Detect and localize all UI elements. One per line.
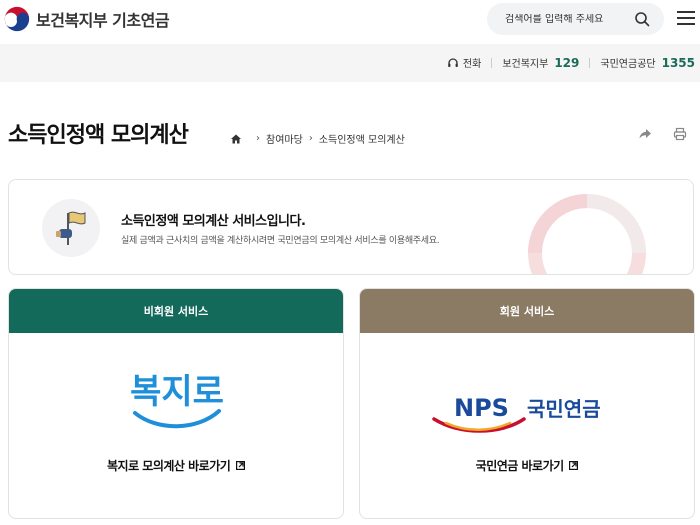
bokjiro-logo: 복지로 (130, 372, 224, 429)
bokjiro-link[interactable]: 복지로 모의계산 바로가기 (9, 457, 343, 474)
utility-bar: 전화 보건복지부 129 국민연금공단 1355 (0, 44, 700, 82)
print-icon[interactable] (673, 127, 687, 141)
site-header: 보건복지부 기초연금 (0, 0, 700, 44)
nps-logo-ko-text: 국민연금 (527, 397, 601, 421)
site-logo[interactable]: 보건복지부 기초연금 (2, 4, 170, 34)
taegeuk-logo-icon (3, 5, 31, 33)
contact-name: 보건복지부 (502, 59, 549, 70)
logo-text: 보건복지부 기초연금 (36, 11, 170, 30)
share-icon[interactable] (638, 127, 652, 141)
contact-name: 국민연금공단 (600, 59, 656, 70)
card-header: 회원 서비스 (360, 289, 694, 333)
breadcrumb-current: 소득인정액 모의계산 (318, 135, 405, 146)
breadcrumb: › 참여마당 › 소득인정액 모의계산 (230, 131, 405, 146)
contact-nps[interactable]: 국민연금공단 1355 (600, 55, 695, 71)
card-link-label: 국민연금 바로가기 (475, 459, 565, 473)
card-link-label: 복지로 모의계산 바로가기 (107, 459, 231, 473)
hamburger-menu-icon[interactable] (677, 11, 695, 27)
search-icon[interactable] (634, 11, 650, 27)
external-link-icon (235, 461, 245, 470)
nps-link[interactable]: 국민연금 바로가기 (360, 457, 694, 474)
info-box: 소득인정액 모의계산 서비스입니다. 실제 금액과 근사치의 금액을 계산하시려… (8, 179, 694, 275)
breadcrumb-item[interactable]: 참여마당 (266, 131, 303, 146)
phone-label: 전화 (447, 55, 481, 70)
search-box (487, 3, 664, 35)
phone-label-text: 전화 (462, 59, 482, 70)
flag-hand-icon (42, 199, 100, 257)
card-header: 비회원 서비스 (9, 289, 343, 333)
info-title: 소득인정액 모의계산 서비스입니다. (121, 214, 306, 229)
external-link-icon (569, 461, 579, 470)
headset-icon (448, 57, 458, 67)
breadcrumb-separator: › (256, 133, 260, 144)
search-input[interactable] (505, 13, 625, 25)
non-member-service-card[interactable]: 비회원 서비스 복지로 복지로 모의계산 바로가기 (8, 288, 344, 519)
home-icon[interactable] (230, 133, 242, 145)
bokjiro-logo-text: 복지로 (130, 372, 224, 412)
nps-logo-en-text: NPS (454, 394, 509, 422)
info-description: 실제 금액과 근사치의 금액을 계산하시려면 국민연금의 모의계산 서비스를 이… (121, 236, 440, 246)
contact-number: 1355 (661, 55, 695, 70)
taegeuk-watermark-icon (528, 194, 646, 274)
breadcrumb-separator: › (308, 133, 313, 144)
contact-number: 129 (554, 55, 580, 70)
member-service-card[interactable]: 회원 서비스 NPS 국민연금 국민연금 바로가기 (359, 288, 695, 519)
nps-logo: NPS 국민연금 (432, 394, 601, 433)
page-title: 소득인정액 모의계산 (8, 123, 189, 148)
contact-mohw[interactable]: 보건복지부 129 (502, 55, 580, 71)
